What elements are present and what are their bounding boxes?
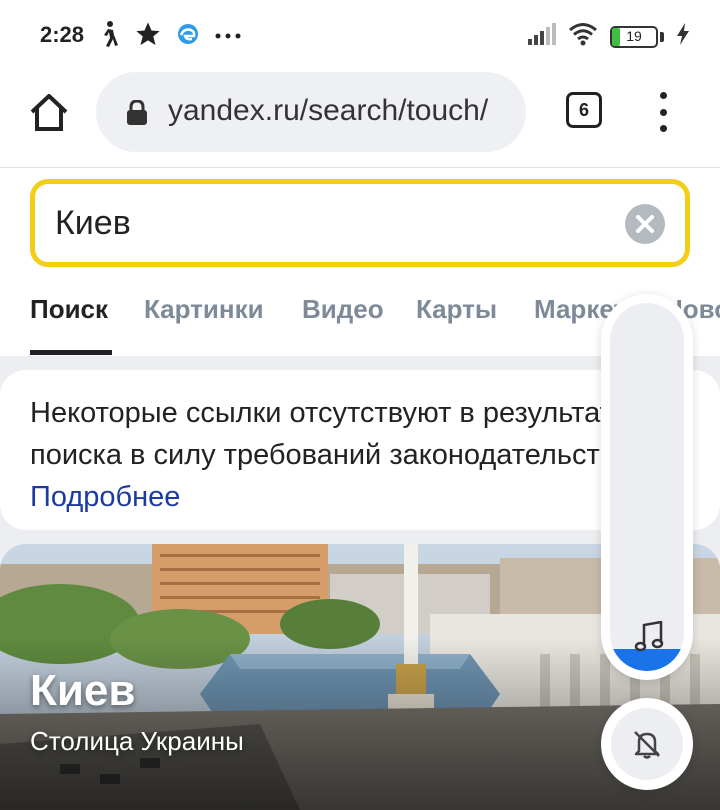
url-text: yandex.ru/search/touch/	[168, 94, 489, 127]
more-info-link[interactable]: Подробнее	[30, 481, 180, 513]
tab-switcher-button[interactable]: 6	[566, 92, 602, 128]
entity-subtitle: Столица Украины	[30, 726, 244, 756]
browser-menu-button[interactable]	[656, 92, 670, 132]
edge-icon	[176, 22, 200, 51]
music-note-icon	[634, 620, 664, 658]
lock-icon	[126, 99, 148, 131]
tab-maps[interactable]: Карты	[416, 294, 497, 325]
battery-level: 19	[626, 27, 642, 44]
ringer-mode-button[interactable]	[601, 698, 693, 790]
home-button[interactable]	[28, 92, 70, 134]
home-icon	[30, 94, 68, 131]
battery-icon: 19	[610, 25, 664, 48]
charging-icon	[676, 23, 690, 50]
more-dots-icon	[214, 28, 242, 46]
search-field[interactable]: Киев	[30, 179, 690, 267]
notice-text: Некоторые ссылки отсутствуют в результат…	[30, 397, 689, 471]
status-bar: 2:28 19	[0, 0, 720, 70]
volume-track[interactable]	[610, 303, 684, 671]
walking-icon	[98, 20, 120, 53]
star-icon	[134, 20, 162, 53]
clear-search-button[interactable]	[625, 204, 665, 244]
tab-video[interactable]: Видео	[302, 294, 384, 325]
wifi-icon	[568, 22, 598, 51]
bell-off-icon	[634, 731, 660, 759]
browser-toolbar: yandex.ru/search/touch/ 6	[0, 70, 720, 168]
tab-search[interactable]: Поиск	[30, 294, 108, 325]
search-input[interactable]: Киев	[55, 204, 131, 243]
close-icon	[636, 215, 654, 233]
tab-images[interactable]: Картинки	[144, 294, 264, 325]
address-bar[interactable]: yandex.ru/search/touch/	[96, 72, 526, 152]
signal-icon	[528, 23, 556, 50]
volume-slider[interactable]	[601, 294, 693, 680]
entity-title: Киев	[30, 666, 136, 715]
status-time: 2:28	[40, 22, 85, 47]
active-tab-indicator	[30, 350, 112, 355]
